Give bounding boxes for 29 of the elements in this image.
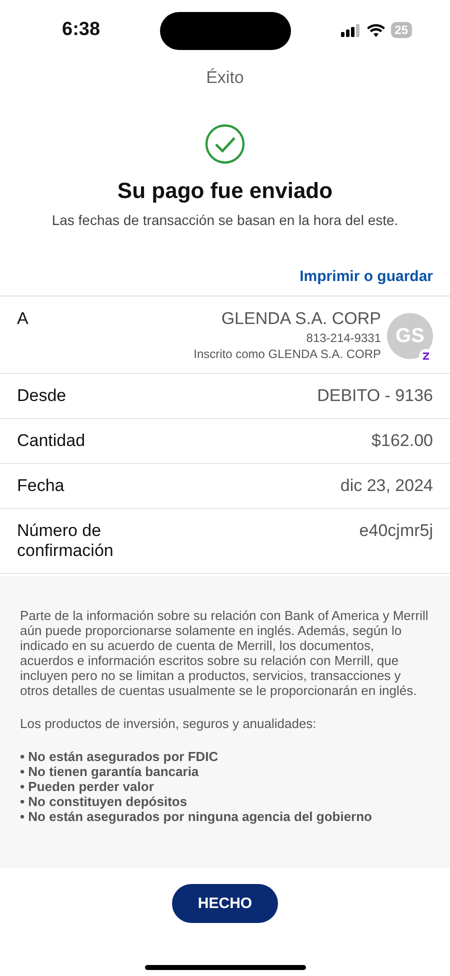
payee-name: GLENDA S.A. CORP bbox=[221, 309, 381, 329]
payee-phone: 813-214-9331 bbox=[306, 331, 381, 345]
disclosure-paragraph: Parte de la información sobre su relación con Bank of America y Merrill aún puede proporcionarse solamente en inglés. Además, según lo indicado en su acuerdo de cuenta de Merrill, los documentos, acuerdos e información escritos sobre su relación con Merrill, que incluyen pero no se limitan a productos, servicios, transacciones y otros detalles de cuentas usualmente se le proporcionarán en inglés. bbox=[20, 608, 430, 698]
print-or-save-link[interactable]: Imprimir o guardar bbox=[300, 268, 433, 285]
field-label: Fecha bbox=[17, 476, 64, 496]
disclosure-bullet: • No constituyen depósitos bbox=[20, 794, 188, 809]
battery-indicator: 25 bbox=[390, 22, 412, 38]
field-label: Número de confirmación bbox=[17, 521, 114, 561]
screen-title: Éxito bbox=[205, 68, 245, 88]
field-label: A bbox=[17, 309, 28, 329]
field-value: e40cjmr5j bbox=[359, 521, 433, 541]
disclosure-bullet: • No tienen garantía bancaria bbox=[20, 764, 200, 779]
confirmation-heading: Su pago fue enviado bbox=[116, 178, 334, 204]
wifi-icon bbox=[366, 24, 385, 36]
disclosure-paragraph: Los productos de inversión, seguros y anualidades: bbox=[20, 716, 318, 731]
done-button[interactable]: HECHO bbox=[172, 884, 278, 923]
status-time: 6:38 bbox=[62, 19, 100, 41]
field-value: $162.00 bbox=[372, 431, 433, 451]
disclosure-bullet: • No están asegurados por FDIC bbox=[20, 749, 220, 764]
field-label: Cantidad bbox=[17, 431, 86, 451]
signal-icon bbox=[340, 24, 361, 36]
field-value: DEBITO - 9136 bbox=[317, 386, 433, 406]
success-check-icon bbox=[205, 124, 245, 164]
enrolled-name: Inscrito como GLENDA S.A. CORP bbox=[194, 347, 381, 361]
field-label: Desde bbox=[17, 386, 66, 406]
timezone-note: Las fechas de transacción se basan en la hora del este. bbox=[50, 212, 400, 228]
disclosure-bullet: • No están asegurados por ninguna agencia del gobierno bbox=[20, 809, 373, 824]
field-value: dic 23, 2024 bbox=[340, 476, 433, 496]
disclosure-bullet: • Pueden perder valor bbox=[20, 779, 155, 794]
